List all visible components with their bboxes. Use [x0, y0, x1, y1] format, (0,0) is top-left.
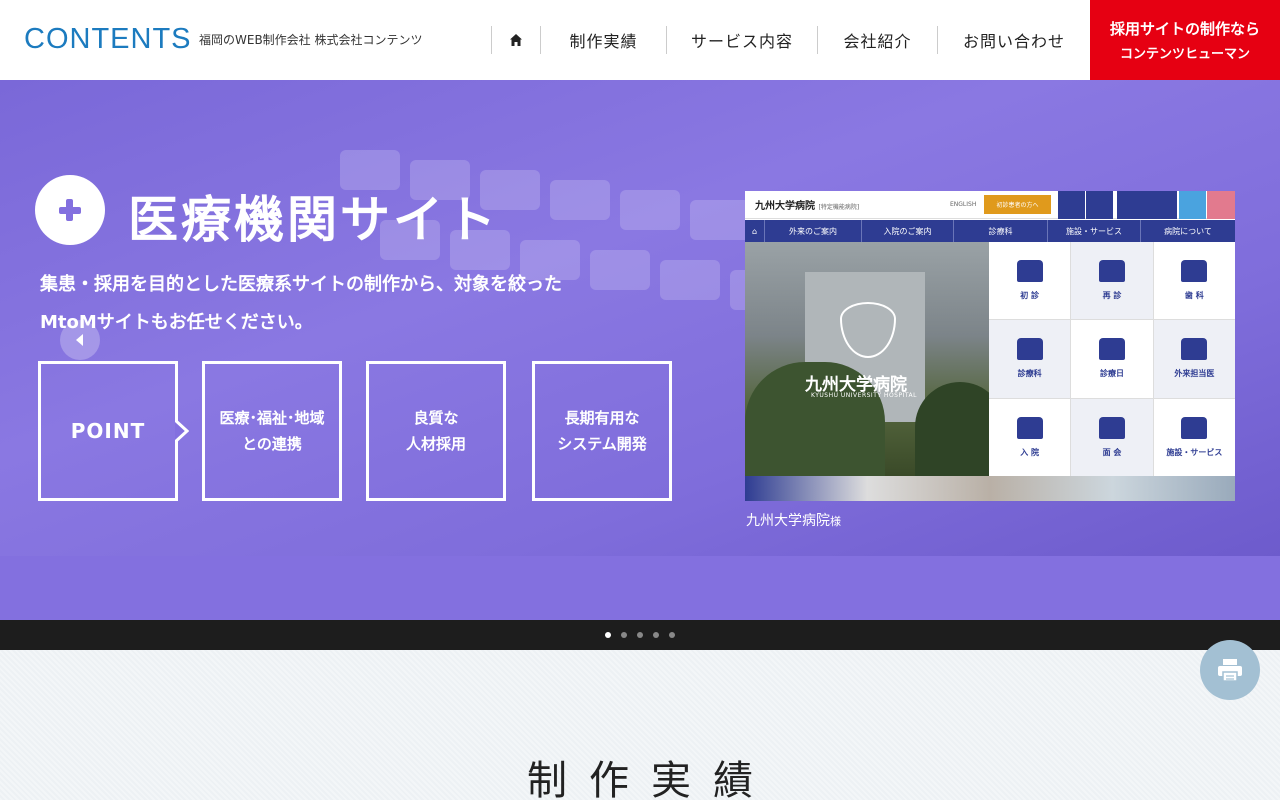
preview-logo-tag: [特定機能病院]	[818, 204, 860, 211]
preview-text-size-control	[1117, 191, 1177, 219]
slider-prev-button[interactable]	[60, 320, 100, 360]
preview-hospital-photo: 九州大学病院 KYUSHU UNIVERSITY HOSPITAL	[745, 242, 1005, 476]
preview-nav: ⌂ 外来のご案内 入院のご案内 診療科 施設・サービス 病院について	[745, 220, 1235, 242]
point-item-line1: 医療･福祉･地域	[219, 409, 325, 427]
logo-text: CONTENTS	[24, 22, 192, 55]
preview-grid-label: 診療日	[1099, 369, 1124, 379]
preview-menu-grid: 初 診 再 診 歯 科 診療科 診療日 外来担当医 入 院 面 会 施設・サービ…	[989, 242, 1235, 476]
preview-nav-item: 入院のご案内	[862, 220, 954, 242]
preview-grid-item: 再 診	[1071, 242, 1153, 320]
case-study-preview[interactable]: 九州大学病院 [特定機能病院] ENGLISH 初診患者の方へ ⌂ 外来のご案内…	[745, 191, 1235, 501]
slider-pagination	[0, 620, 1280, 650]
slider-dot[interactable]	[669, 632, 675, 638]
point-item-collaboration: 医療･福祉･地域 との連携	[202, 361, 342, 501]
main-nav: 制作実績 サービス内容 会社紹介 お問い合わせ	[491, 26, 1090, 54]
print-button[interactable]	[1200, 640, 1260, 700]
doctor-icon	[1181, 338, 1208, 361]
hero-slider: 医療機関サイト 集患・採用を目的とした医療系サイトの制作から、対象を絞った Mt…	[0, 80, 1280, 620]
nav-company[interactable]: 会社紹介	[818, 26, 938, 54]
preview-grid-item: 初 診	[989, 242, 1071, 320]
bed-icon	[1016, 416, 1043, 439]
hero-desc-line2: MtoMサイトもお任せください。	[40, 312, 313, 333]
recruit-site-button[interactable]: 採用サイトの制作なら コンテンツヒューマン	[1090, 0, 1280, 80]
caption-suffix: 様	[830, 515, 841, 528]
preview-access-icon	[1207, 191, 1235, 219]
point-box: POINT	[38, 361, 178, 501]
nav-works[interactable]: 制作実績	[541, 26, 667, 54]
point-item-line2: との連携	[242, 435, 302, 453]
point-item-line2: システム開発	[557, 435, 647, 453]
preview-grid-label: 歯 科	[1184, 291, 1204, 301]
dental-icon	[1181, 260, 1208, 283]
department-icon	[1016, 338, 1043, 361]
preview-logo: 九州大学病院 [特定機能病院]	[755, 197, 859, 212]
printer-icon	[1218, 659, 1242, 682]
preview-search-icon	[1058, 191, 1085, 219]
home-icon	[510, 34, 522, 46]
medical-plus-icon	[35, 175, 105, 245]
logo[interactable]: CONTENTS	[24, 22, 192, 56]
preview-home-icon: ⌂	[745, 220, 765, 242]
point-item-line1: 長期有用な	[564, 409, 640, 427]
hero-band	[0, 556, 1280, 620]
recruit-line2: コンテンツヒューマン	[1119, 47, 1250, 62]
point-item-line1: 良質な	[413, 409, 459, 427]
hero-desc-line1: 集患・採用を目的とした医療系サイトの制作から、対象を絞った	[40, 274, 562, 295]
preview-font-size-icon	[1086, 191, 1113, 219]
preview-english-link: ENGLISH	[950, 201, 977, 208]
preview-grid-label: 再 診	[1102, 291, 1122, 301]
calendar-icon	[1098, 338, 1125, 361]
facility-icon	[1181, 416, 1208, 439]
preview-logo-text: 九州大学病院	[755, 201, 815, 212]
preview-nav-item: 病院について	[1164, 226, 1212, 236]
slider-dot[interactable]	[605, 632, 611, 638]
preview-topbar: 九州大学病院 [特定機能病院] ENGLISH 初診患者の方へ	[745, 191, 1235, 219]
nav-contact[interactable]: お問い合わせ	[938, 26, 1090, 54]
recruit-line1: 採用サイトの制作なら	[1109, 20, 1260, 38]
case-study-caption: 九州大学病院様	[746, 510, 841, 530]
preview-nav-item: 診療科	[954, 220, 1048, 242]
tagline: 福岡のWEB制作会社 株式会社コンテンツ	[199, 33, 423, 47]
preview-pin-icon	[1179, 191, 1206, 219]
section-title: 制作実績	[527, 758, 775, 804]
slider-dot[interactable]	[621, 632, 627, 638]
visit-icon	[1098, 416, 1125, 439]
nav-home[interactable]	[491, 26, 541, 54]
site-header: CONTENTS 福岡のWEB制作会社 株式会社コンテンツ 制作実績 サービス内…	[0, 0, 1280, 80]
slider-dot[interactable]	[653, 632, 659, 638]
preview-grid-label: 外来担当医	[1174, 369, 1215, 379]
preview-grid-item: 施設・サービス	[1153, 398, 1235, 476]
preview-grid-item: 歯 科	[1153, 242, 1235, 320]
nav-services[interactable]: サービス内容	[667, 26, 818, 54]
preview-photo-subtitle: KYUSHU UNIVERSITY HOSPITAL	[811, 392, 918, 399]
point-arrow-icon	[175, 420, 189, 442]
preview-grid-item: 外来担当医	[1153, 320, 1235, 398]
slider-dot[interactable]	[637, 632, 643, 638]
chevron-left-icon	[76, 334, 83, 346]
point-item-system: 長期有用な システム開発	[532, 361, 672, 501]
preview-grid-item: 診療日	[1071, 320, 1153, 398]
preview-grid-label: 入 院	[1020, 447, 1040, 457]
hero-description: 集患・採用を目的とした医療系サイトの制作から、対象を絞った MtoMサイトもお任…	[40, 266, 660, 342]
revisit-icon	[1098, 260, 1125, 283]
preview-grid-label: 施設・サービス	[1166, 447, 1223, 457]
preview-grid-item: 面 会	[1071, 398, 1153, 476]
point-item-recruitment: 良質な 人材採用	[366, 361, 506, 501]
preview-grid-item: 診療科	[989, 320, 1071, 398]
preview-nav-item: 施設・サービス	[1048, 220, 1141, 242]
point-item-line2: 人材採用	[405, 435, 466, 453]
caption-client: 九州大学病院	[746, 513, 830, 529]
preview-grid-label: 初 診	[1020, 291, 1040, 301]
preview-grid-label: 診療科	[1017, 369, 1042, 379]
first-visit-icon	[1016, 260, 1043, 283]
preview-nav-item: 外来のご案内	[765, 220, 862, 242]
hero-title: 医療機関サイト	[128, 191, 499, 249]
preview-grid-item: 入 院	[989, 398, 1071, 476]
preview-first-visit-button: 初診患者の方へ	[984, 195, 1051, 214]
works-section: 制作実績	[0, 650, 1280, 804]
preview-grid-label: 面 会	[1102, 447, 1122, 457]
preview-staff-photo-strip	[745, 476, 1235, 501]
